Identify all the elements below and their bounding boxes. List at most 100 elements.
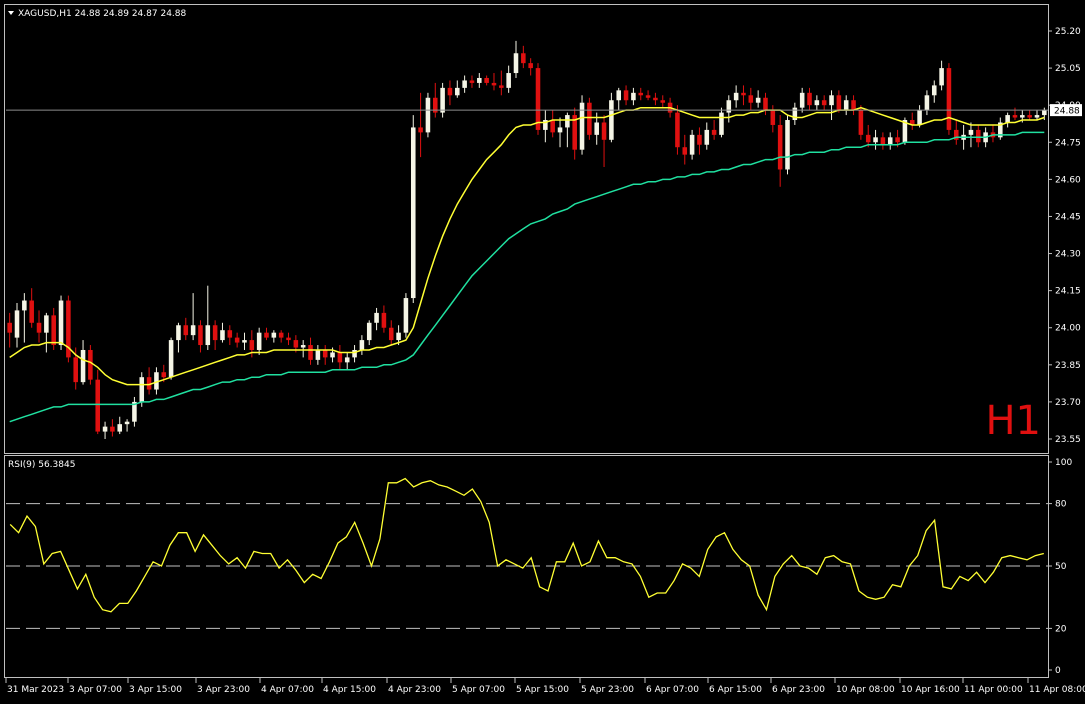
trading-chart[interactable]: 25.2025.0524.9024.7524.6024.4524.3024.15…: [0, 0, 1085, 704]
price-y-tick-label: 24.45: [1055, 212, 1081, 222]
candle-body-bear: [865, 134, 871, 143]
x-tick-label: 10 Apr 16:00: [901, 685, 960, 695]
candle-body-bull: [403, 298, 409, 333]
x-tick-label: 5 Apr 07:00: [452, 685, 505, 695]
x-tick-label: 6 Apr 15:00: [709, 685, 762, 695]
candle-body-bear: [653, 97, 658, 101]
price-y-tick-label: 25.20: [1055, 27, 1081, 37]
candle-body-bear: [623, 90, 629, 101]
candle-body-bear: [1012, 115, 1018, 118]
candle-body-bear: [741, 92, 746, 96]
candle-body-bull: [609, 100, 614, 140]
price-y-tick-label: 23.55: [1055, 435, 1081, 445]
candle-body-bull: [733, 92, 739, 101]
candle-body-bear: [836, 95, 842, 111]
candle-body-bear: [550, 120, 555, 133]
candle-body-bear: [807, 92, 812, 106]
candle-body-bear: [976, 129, 981, 143]
candle-body-bear: [183, 325, 189, 336]
candle-body-bear: [535, 68, 541, 130]
candle-body-bull: [352, 349, 357, 358]
candle-body-bull: [719, 112, 724, 135]
candle-body-bear: [110, 426, 115, 432]
candle-body-bull: [58, 300, 64, 346]
candle-body-bear: [161, 372, 167, 378]
candle-body-bull: [785, 120, 790, 170]
candle-body-bull: [139, 377, 145, 402]
candle-body-bull: [873, 137, 878, 143]
rsi-info-label: RSI(9) 56.3845: [8, 460, 75, 470]
candle-body-bull: [344, 357, 350, 363]
chart-background: [0, 0, 1085, 700]
candle-body-bull: [359, 340, 365, 350]
candle-body-bear: [469, 80, 475, 83]
candle-body-bear: [697, 134, 702, 145]
candle-body-bull: [410, 127, 416, 299]
candle-body-bull: [1042, 110, 1047, 116]
candle-body-bull: [220, 330, 225, 341]
candle-body-bear: [682, 147, 688, 155]
rsi-y-tick-label: 100: [1055, 458, 1072, 468]
candle-body-bull: [271, 332, 277, 338]
candle-body-bear: [770, 110, 776, 125]
candle-body-bear: [308, 345, 313, 360]
rsi-y-tick-label: 0: [1055, 666, 1061, 676]
candle-body-bear: [73, 357, 78, 383]
candle-body-bear: [234, 337, 240, 343]
price-y-tick-label: 25.05: [1055, 64, 1081, 74]
price-y-tick-label: 24.15: [1055, 287, 1081, 297]
chart-canvas[interactable]: 25.2025.0524.9024.7524.6024.4524.3024.15…: [0, 0, 1085, 700]
candle-body-bull: [44, 315, 49, 333]
candle-body-bear: [851, 100, 856, 111]
candle-body-bull: [1020, 115, 1025, 118]
candle-body-bear: [528, 63, 533, 69]
candle-body-bull: [22, 300, 27, 311]
x-tick-label: 4 Apr 07:00: [261, 685, 314, 695]
candle-body-bull: [843, 100, 849, 111]
x-tick-label: 5 Apr 15:00: [516, 685, 569, 695]
candle-body-bull: [425, 97, 431, 133]
rsi-y-tick-label: 20: [1055, 624, 1067, 634]
candle-body-bear: [645, 95, 651, 98]
candle-body-bear: [388, 327, 394, 341]
candle-body-bear: [36, 322, 42, 333]
candle-body-bear: [227, 330, 233, 338]
candle-body-bear: [293, 340, 299, 348]
x-tick-label: 6 Apr 07:00: [646, 685, 699, 695]
candle-body-bear: [499, 85, 504, 88]
candle-body-bear: [278, 332, 284, 338]
candle-body-bear: [337, 352, 343, 363]
candle-body-bull: [366, 322, 372, 341]
candle-body-bull: [256, 332, 262, 350]
price-y-tick-label: 24.00: [1055, 324, 1081, 334]
candle-body-bull: [939, 68, 944, 86]
candle-body-bear: [381, 312, 387, 328]
candle-body-bull: [506, 73, 511, 88]
candle-body-bear: [748, 95, 754, 103]
x-tick-label: 4 Apr 23:00: [388, 685, 441, 695]
candle-body-bull: [799, 92, 805, 108]
candle-body-bear: [95, 379, 101, 432]
candle-body-bear: [51, 315, 56, 346]
candle-body-bear: [198, 325, 203, 346]
candle-body-bear: [660, 100, 666, 103]
candle-body-bull: [462, 80, 467, 88]
price-y-tick-label: 23.70: [1055, 398, 1081, 408]
candle-body-bull: [80, 349, 86, 383]
candle-body-bull: [168, 340, 174, 378]
candle-body-bear: [821, 100, 827, 106]
x-tick-label: 31 Mar 2023: [7, 685, 64, 695]
candle-body-bull: [176, 325, 181, 341]
candle-body-bull: [829, 95, 834, 106]
candle-body-bear: [264, 332, 269, 338]
candle-body-bull: [931, 85, 937, 96]
x-tick-label: 3 Apr 15:00: [129, 685, 182, 695]
candle-body-bear: [587, 102, 592, 135]
candle-body-bull: [455, 87, 460, 96]
symbol-info-label: XAGUSD,H1 24.88 24.89 24.87 24.88: [18, 9, 187, 19]
candle-body-bear: [895, 137, 900, 143]
candle-body-bull: [557, 127, 563, 133]
candle-body-bear: [858, 110, 864, 135]
candle-body-bull: [924, 95, 930, 111]
candle-body-bull: [117, 424, 123, 432]
